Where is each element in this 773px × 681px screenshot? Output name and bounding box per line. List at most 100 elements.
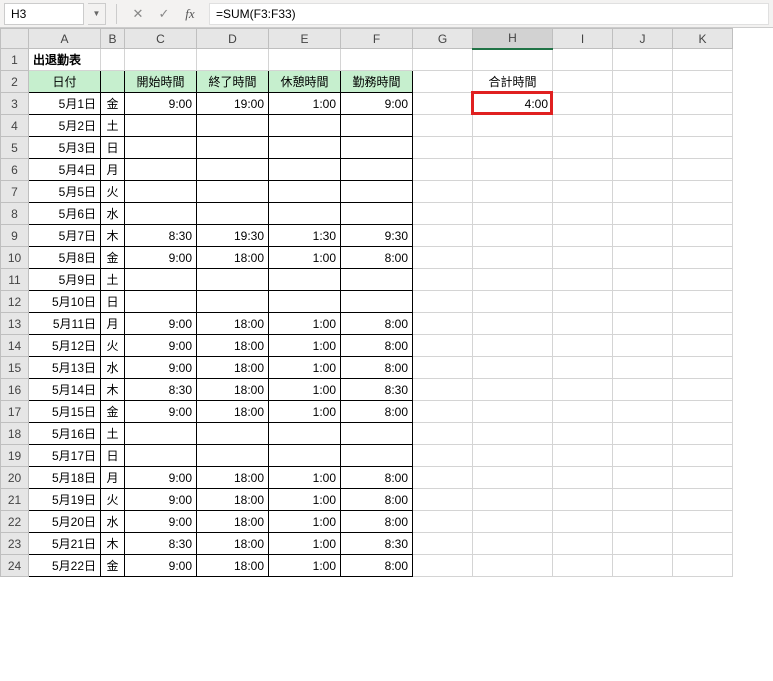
cell-A15[interactable]: 5月13日 <box>29 357 101 379</box>
cell-D10[interactable]: 18:00 <box>197 247 269 269</box>
cell-J20[interactable] <box>613 467 673 489</box>
cell-G21[interactable] <box>413 489 473 511</box>
cell-K4[interactable] <box>673 115 733 137</box>
cell-F2[interactable]: 勤務時間 <box>341 71 413 93</box>
cell-H17[interactable] <box>473 401 553 423</box>
cell-K21[interactable] <box>673 489 733 511</box>
cell-A7[interactable]: 5月5日 <box>29 181 101 203</box>
formula-input[interactable]: =SUM(F3:F33) <box>209 3 769 25</box>
cell-C17[interactable]: 9:00 <box>125 401 197 423</box>
cell-K5[interactable] <box>673 137 733 159</box>
row-header-13[interactable]: 13 <box>1 313 29 335</box>
column-header-G[interactable]: G <box>413 29 473 49</box>
cell-A13[interactable]: 5月11日 <box>29 313 101 335</box>
cell-E6[interactable] <box>269 159 341 181</box>
cell-A4[interactable]: 5月2日 <box>29 115 101 137</box>
cell-C2[interactable]: 開始時間 <box>125 71 197 93</box>
cell-J2[interactable] <box>613 71 673 93</box>
cell-H14[interactable] <box>473 335 553 357</box>
cell-A24[interactable]: 5月22日 <box>29 555 101 577</box>
cell-F16[interactable]: 8:30 <box>341 379 413 401</box>
cell-D12[interactable] <box>197 291 269 313</box>
cell-C6[interactable] <box>125 159 197 181</box>
cell-E16[interactable]: 1:00 <box>269 379 341 401</box>
cell-C14[interactable]: 9:00 <box>125 335 197 357</box>
cell-E12[interactable] <box>269 291 341 313</box>
cell-G13[interactable] <box>413 313 473 335</box>
cell-F11[interactable] <box>341 269 413 291</box>
cell-B15[interactable]: 水 <box>101 357 125 379</box>
cell-J18[interactable] <box>613 423 673 445</box>
cell-B12[interactable]: 日 <box>101 291 125 313</box>
cell-F19[interactable] <box>341 445 413 467</box>
cell-D19[interactable] <box>197 445 269 467</box>
cell-B2[interactable] <box>101 71 125 93</box>
cell-I14[interactable] <box>553 335 613 357</box>
cell-B11[interactable]: 土 <box>101 269 125 291</box>
cell-I3[interactable] <box>553 93 613 115</box>
cell-I8[interactable] <box>553 203 613 225</box>
cell-A14[interactable]: 5月12日 <box>29 335 101 357</box>
cell-C18[interactable] <box>125 423 197 445</box>
cell-I18[interactable] <box>553 423 613 445</box>
cell-H13[interactable] <box>473 313 553 335</box>
cell-K3[interactable] <box>673 93 733 115</box>
cell-J9[interactable] <box>613 225 673 247</box>
cell-C1[interactable] <box>125 49 197 71</box>
cell-H8[interactable] <box>473 203 553 225</box>
cell-I2[interactable] <box>553 71 613 93</box>
cell-G6[interactable] <box>413 159 473 181</box>
cell-A1[interactable]: 出退勤表 <box>29 49 101 71</box>
cell-A19[interactable]: 5月17日 <box>29 445 101 467</box>
select-all-corner[interactable] <box>1 29 29 49</box>
cell-J5[interactable] <box>613 137 673 159</box>
row-header-19[interactable]: 19 <box>1 445 29 467</box>
cell-I24[interactable] <box>553 555 613 577</box>
cell-C16[interactable]: 8:30 <box>125 379 197 401</box>
cell-G5[interactable] <box>413 137 473 159</box>
row-header-22[interactable]: 22 <box>1 511 29 533</box>
cell-H1[interactable] <box>473 49 553 71</box>
cell-E4[interactable] <box>269 115 341 137</box>
cell-F20[interactable]: 8:00 <box>341 467 413 489</box>
cell-A20[interactable]: 5月18日 <box>29 467 101 489</box>
cell-D9[interactable]: 19:30 <box>197 225 269 247</box>
cell-K11[interactable] <box>673 269 733 291</box>
cell-E9[interactable]: 1:30 <box>269 225 341 247</box>
cell-D7[interactable] <box>197 181 269 203</box>
cell-H22[interactable] <box>473 511 553 533</box>
cell-E8[interactable] <box>269 203 341 225</box>
cell-G16[interactable] <box>413 379 473 401</box>
cell-J13[interactable] <box>613 313 673 335</box>
cell-C8[interactable] <box>125 203 197 225</box>
cell-E21[interactable]: 1:00 <box>269 489 341 511</box>
cell-H15[interactable] <box>473 357 553 379</box>
cell-A2[interactable]: 日付 <box>29 71 101 93</box>
row-header-21[interactable]: 21 <box>1 489 29 511</box>
cell-B19[interactable]: 日 <box>101 445 125 467</box>
cell-F4[interactable] <box>341 115 413 137</box>
cell-B13[interactable]: 月 <box>101 313 125 335</box>
cell-F8[interactable] <box>341 203 413 225</box>
row-header-2[interactable]: 2 <box>1 71 29 93</box>
cell-G22[interactable] <box>413 511 473 533</box>
cell-C15[interactable]: 9:00 <box>125 357 197 379</box>
cell-G1[interactable] <box>413 49 473 71</box>
cell-G17[interactable] <box>413 401 473 423</box>
row-header-12[interactable]: 12 <box>1 291 29 313</box>
column-header-J[interactable]: J <box>613 29 673 49</box>
cell-K8[interactable] <box>673 203 733 225</box>
cell-E24[interactable]: 1:00 <box>269 555 341 577</box>
cell-C9[interactable]: 8:30 <box>125 225 197 247</box>
cell-I17[interactable] <box>553 401 613 423</box>
cell-E7[interactable] <box>269 181 341 203</box>
cell-H2[interactable]: 合計時間 <box>473 71 553 93</box>
cell-G11[interactable] <box>413 269 473 291</box>
cell-F5[interactable] <box>341 137 413 159</box>
cell-I7[interactable] <box>553 181 613 203</box>
cell-A6[interactable]: 5月4日 <box>29 159 101 181</box>
cell-B14[interactable]: 火 <box>101 335 125 357</box>
cell-J15[interactable] <box>613 357 673 379</box>
cell-J12[interactable] <box>613 291 673 313</box>
row-header-15[interactable]: 15 <box>1 357 29 379</box>
